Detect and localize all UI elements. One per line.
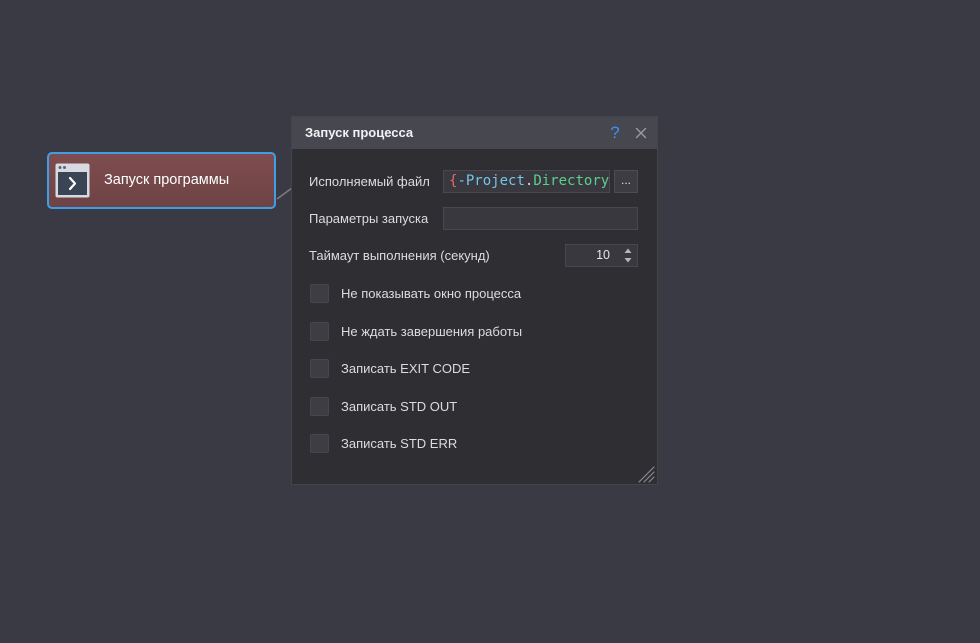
executable-input[interactable]: {-Project.Directory xyxy=(443,170,610,193)
option-label: Записать STD ERR xyxy=(341,436,458,451)
terminal-window-icon xyxy=(55,163,90,198)
parameters-label: Параметры запуска xyxy=(309,211,429,226)
executable-label: Исполняемый файл xyxy=(309,174,430,189)
option-label: Записать EXIT CODE xyxy=(341,361,470,376)
spin-up-icon[interactable] xyxy=(623,247,633,255)
dialog-title: Запуск процесса xyxy=(305,125,414,140)
timeout-value: 10 xyxy=(596,248,610,262)
node-label: Запуск программы xyxy=(104,172,230,188)
option-exit-code[interactable]: Записать EXIT CODE xyxy=(310,359,522,378)
option-std-err[interactable]: Записать STD ERR xyxy=(310,434,522,453)
option-checkbox[interactable] xyxy=(310,396,329,416)
timeout-spinbox[interactable]: 10 xyxy=(565,244,638,267)
option-label: Не ждать завершения работы xyxy=(341,323,523,339)
timeout-label: Таймаут выполнения (секунд) xyxy=(309,248,490,263)
dialog-titlebar[interactable]: Запуск процесса ? xyxy=(292,117,657,149)
option-no-wait[interactable]: Не ждать завершения работы xyxy=(310,321,523,341)
option-checkbox[interactable] xyxy=(310,434,329,453)
value-token-directory: Directory xyxy=(533,173,610,189)
resize-grip-icon[interactable] xyxy=(636,464,656,484)
option-std-out[interactable]: Записать STD OUT xyxy=(310,396,522,416)
option-label: Записать STD OUT xyxy=(341,398,458,414)
options-list: Не показывать окно процесса Не ждать зав… xyxy=(310,284,522,453)
help-icon[interactable]: ? xyxy=(609,117,621,149)
close-icon[interactable] xyxy=(635,127,647,139)
connector-segment xyxy=(276,187,293,200)
option-checkbox[interactable] xyxy=(310,359,329,378)
spin-down-icon[interactable] xyxy=(623,256,633,264)
option-label: Не показывать окно процесса xyxy=(341,286,522,301)
option-checkbox[interactable] xyxy=(310,321,329,341)
option-hide-window[interactable]: Не показывать окно процесса xyxy=(310,284,522,303)
parameters-input[interactable] xyxy=(443,207,638,230)
value-token-project: -Project xyxy=(457,173,525,189)
process-launch-dialog: Запуск процесса ? Исполняемый файл {-Pro… xyxy=(291,116,658,485)
browse-button[interactable]: ... xyxy=(614,170,638,193)
program-launch-node[interactable]: Запуск программы xyxy=(47,152,276,209)
option-checkbox[interactable] xyxy=(310,284,329,303)
